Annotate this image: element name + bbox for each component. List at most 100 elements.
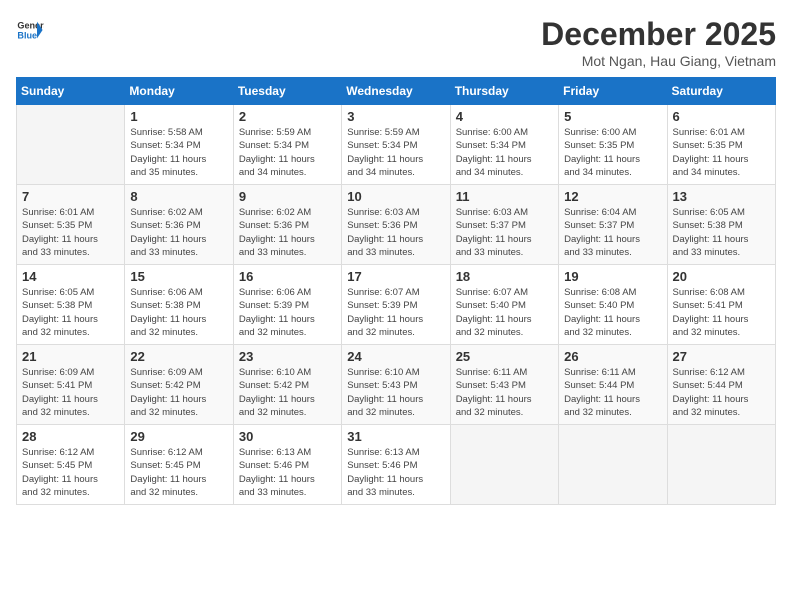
day-number: 4 — [456, 109, 553, 124]
weekday-header-monday: Monday — [125, 78, 233, 105]
day-info: Sunrise: 6:00 AM Sunset: 5:35 PM Dayligh… — [564, 126, 661, 179]
day-info: Sunrise: 6:01 AM Sunset: 5:35 PM Dayligh… — [673, 126, 770, 179]
day-info: Sunrise: 5:59 AM Sunset: 5:34 PM Dayligh… — [239, 126, 336, 179]
day-number: 14 — [22, 269, 119, 284]
day-number: 12 — [564, 189, 661, 204]
day-number: 16 — [239, 269, 336, 284]
day-number: 7 — [22, 189, 119, 204]
day-info: Sunrise: 6:12 AM Sunset: 5:44 PM Dayligh… — [673, 366, 770, 419]
weekday-header-friday: Friday — [559, 78, 667, 105]
day-info: Sunrise: 6:02 AM Sunset: 5:36 PM Dayligh… — [130, 206, 227, 259]
day-info: Sunrise: 5:59 AM Sunset: 5:34 PM Dayligh… — [347, 126, 444, 179]
weekday-header-wednesday: Wednesday — [342, 78, 450, 105]
calendar-cell: 20 Sunrise: 6:08 AM Sunset: 5:41 PM Dayli… — [667, 265, 775, 345]
day-info: Sunrise: 6:03 AM Sunset: 5:37 PM Dayligh… — [456, 206, 553, 259]
day-info: Sunrise: 6:00 AM Sunset: 5:34 PM Dayligh… — [456, 126, 553, 179]
calendar-cell: 9 Sunrise: 6:02 AM Sunset: 5:36 PM Daylig… — [233, 185, 341, 265]
day-number: 10 — [347, 189, 444, 204]
calendar-cell: 11 Sunrise: 6:03 AM Sunset: 5:37 PM Dayli… — [450, 185, 558, 265]
calendar-cell: 25 Sunrise: 6:11 AM Sunset: 5:43 PM Dayli… — [450, 345, 558, 425]
calendar-cell: 1Sunrise: 5:58 AM Sunset: 5:34 PM Daylig… — [125, 105, 233, 185]
day-number: 8 — [130, 189, 227, 204]
day-info: Sunrise: 6:12 AM Sunset: 5:45 PM Dayligh… — [22, 446, 119, 499]
day-info: Sunrise: 6:05 AM Sunset: 5:38 PM Dayligh… — [673, 206, 770, 259]
calendar-cell — [450, 425, 558, 505]
calendar-week-5: 28 Sunrise: 6:12 AM Sunset: 5:45 PM Dayli… — [17, 425, 776, 505]
day-info: Sunrise: 6:03 AM Sunset: 5:36 PM Dayligh… — [347, 206, 444, 259]
day-info: Sunrise: 6:11 AM Sunset: 5:44 PM Dayligh… — [564, 366, 661, 419]
day-info: Sunrise: 6:12 AM Sunset: 5:45 PM Dayligh… — [130, 446, 227, 499]
day-number: 27 — [673, 349, 770, 364]
day-number: 3 — [347, 109, 444, 124]
day-number: 29 — [130, 429, 227, 444]
calendar-cell: 6 Sunrise: 6:01 AM Sunset: 5:35 PM Daylig… — [667, 105, 775, 185]
calendar-cell: 28 Sunrise: 6:12 AM Sunset: 5:45 PM Dayli… — [17, 425, 125, 505]
day-info: Sunrise: 6:08 AM Sunset: 5:41 PM Dayligh… — [673, 286, 770, 339]
calendar-cell: 27 Sunrise: 6:12 AM Sunset: 5:44 PM Dayli… — [667, 345, 775, 425]
day-number: 6 — [673, 109, 770, 124]
day-number: 2 — [239, 109, 336, 124]
day-number: 26 — [564, 349, 661, 364]
day-info: Sunrise: 6:06 AM Sunset: 5:38 PM Dayligh… — [130, 286, 227, 339]
day-info: Sunrise: 6:02 AM Sunset: 5:36 PM Dayligh… — [239, 206, 336, 259]
title-area: December 2025 Mot Ngan, Hau Giang, Vietn… — [541, 16, 776, 69]
day-info: Sunrise: 6:13 AM Sunset: 5:46 PM Dayligh… — [347, 446, 444, 499]
calendar-week-2: 7Sunrise: 6:01 AM Sunset: 5:35 PM Daylig… — [17, 185, 776, 265]
day-info: Sunrise: 6:07 AM Sunset: 5:39 PM Dayligh… — [347, 286, 444, 339]
calendar-week-1: 1Sunrise: 5:58 AM Sunset: 5:34 PM Daylig… — [17, 105, 776, 185]
logo-icon: General Blue — [16, 16, 44, 44]
day-info: Sunrise: 6:10 AM Sunset: 5:43 PM Dayligh… — [347, 366, 444, 419]
day-info: Sunrise: 6:08 AM Sunset: 5:40 PM Dayligh… — [564, 286, 661, 339]
calendar-cell: 21Sunrise: 6:09 AM Sunset: 5:41 PM Dayli… — [17, 345, 125, 425]
calendar-cell: 13 Sunrise: 6:05 AM Sunset: 5:38 PM Dayli… — [667, 185, 775, 265]
calendar-cell: 7Sunrise: 6:01 AM Sunset: 5:35 PM Daylig… — [17, 185, 125, 265]
calendar-cell: 22 Sunrise: 6:09 AM Sunset: 5:42 PM Dayli… — [125, 345, 233, 425]
day-info: Sunrise: 5:58 AM Sunset: 5:34 PM Dayligh… — [130, 126, 227, 179]
calendar-cell: 8 Sunrise: 6:02 AM Sunset: 5:36 PM Daylig… — [125, 185, 233, 265]
day-info: Sunrise: 6:13 AM Sunset: 5:46 PM Dayligh… — [239, 446, 336, 499]
day-number: 20 — [673, 269, 770, 284]
calendar-cell: 12 Sunrise: 6:04 AM Sunset: 5:37 PM Dayli… — [559, 185, 667, 265]
calendar-cell: 18Sunrise: 6:07 AM Sunset: 5:40 PM Dayli… — [450, 265, 558, 345]
weekday-header-tuesday: Tuesday — [233, 78, 341, 105]
calendar-cell: 19 Sunrise: 6:08 AM Sunset: 5:40 PM Dayli… — [559, 265, 667, 345]
day-number: 15 — [130, 269, 227, 284]
day-info: Sunrise: 6:11 AM Sunset: 5:43 PM Dayligh… — [456, 366, 553, 419]
logo: General Blue — [16, 16, 44, 44]
day-number: 24 — [347, 349, 444, 364]
location-subtitle: Mot Ngan, Hau Giang, Vietnam — [541, 53, 776, 69]
svg-text:Blue: Blue — [17, 30, 37, 40]
calendar-cell: 26 Sunrise: 6:11 AM Sunset: 5:44 PM Dayli… — [559, 345, 667, 425]
calendar-cell — [559, 425, 667, 505]
day-info: Sunrise: 6:10 AM Sunset: 5:42 PM Dayligh… — [239, 366, 336, 419]
month-year-title: December 2025 — [541, 16, 776, 53]
calendar-table: SundayMondayTuesdayWednesdayThursdayFrid… — [16, 77, 776, 505]
day-number: 23 — [239, 349, 336, 364]
calendar-cell: 17Sunrise: 6:07 AM Sunset: 5:39 PM Dayli… — [342, 265, 450, 345]
day-number: 28 — [22, 429, 119, 444]
calendar-cell: 2 Sunrise: 5:59 AM Sunset: 5:34 PM Daylig… — [233, 105, 341, 185]
day-number: 9 — [239, 189, 336, 204]
day-number: 11 — [456, 189, 553, 204]
calendar-cell: 16Sunrise: 6:06 AM Sunset: 5:39 PM Dayli… — [233, 265, 341, 345]
calendar-cell: 30 Sunrise: 6:13 AM Sunset: 5:46 PM Dayli… — [233, 425, 341, 505]
day-number: 25 — [456, 349, 553, 364]
day-number: 13 — [673, 189, 770, 204]
day-info: Sunrise: 6:05 AM Sunset: 5:38 PM Dayligh… — [22, 286, 119, 339]
calendar-cell: 29 Sunrise: 6:12 AM Sunset: 5:45 PM Dayli… — [125, 425, 233, 505]
day-number: 31 — [347, 429, 444, 444]
weekday-header-saturday: Saturday — [667, 78, 775, 105]
day-info: Sunrise: 6:09 AM Sunset: 5:41 PM Dayligh… — [22, 366, 119, 419]
calendar-cell: 3 Sunrise: 5:59 AM Sunset: 5:34 PM Daylig… — [342, 105, 450, 185]
day-number: 30 — [239, 429, 336, 444]
calendar-week-4: 21Sunrise: 6:09 AM Sunset: 5:41 PM Dayli… — [17, 345, 776, 425]
day-number: 5 — [564, 109, 661, 124]
day-info: Sunrise: 6:04 AM Sunset: 5:37 PM Dayligh… — [564, 206, 661, 259]
calendar-cell: 24 Sunrise: 6:10 AM Sunset: 5:43 PM Dayli… — [342, 345, 450, 425]
day-number: 18 — [456, 269, 553, 284]
calendar-cell — [667, 425, 775, 505]
calendar-cell: 15 Sunrise: 6:06 AM Sunset: 5:38 PM Dayli… — [125, 265, 233, 345]
day-info: Sunrise: 6:09 AM Sunset: 5:42 PM Dayligh… — [130, 366, 227, 419]
day-number: 19 — [564, 269, 661, 284]
day-number: 22 — [130, 349, 227, 364]
